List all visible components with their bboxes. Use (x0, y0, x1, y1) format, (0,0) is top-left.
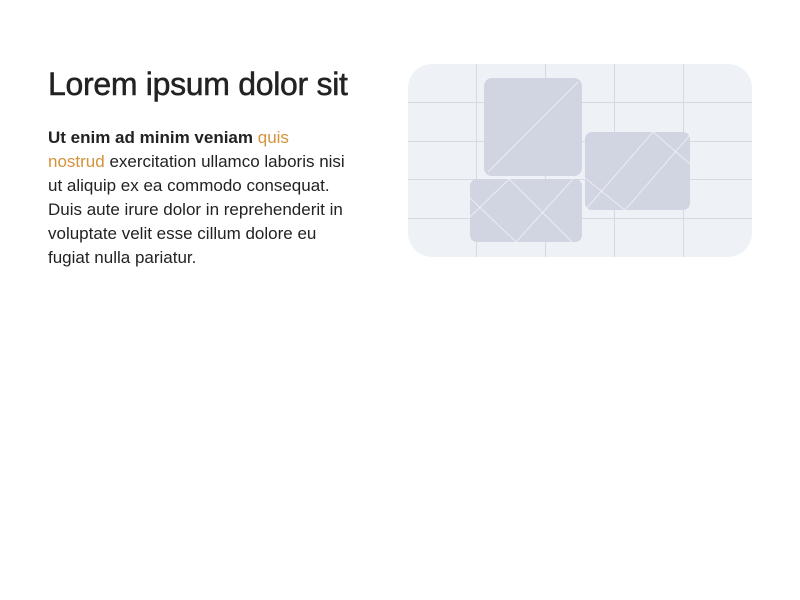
lead-text: Ut enim ad minim veniam (48, 128, 253, 147)
hero-paragraph: Ut enim ad minim veniam quis nostrud exe… (48, 126, 348, 270)
image-placeholder-illustration (408, 64, 752, 257)
tile-bottom (469, 178, 582, 243)
tile-right (584, 131, 691, 211)
page-title: Lorem ipsum dolor sit (48, 66, 348, 103)
hero-text: Lorem ipsum dolor sit Ut enim ad minim v… (48, 64, 348, 270)
image-placeholder-icon (408, 64, 752, 257)
tile-large (484, 78, 582, 176)
page: Lorem ipsum dolor sit Ut enim ad minim v… (0, 0, 800, 600)
